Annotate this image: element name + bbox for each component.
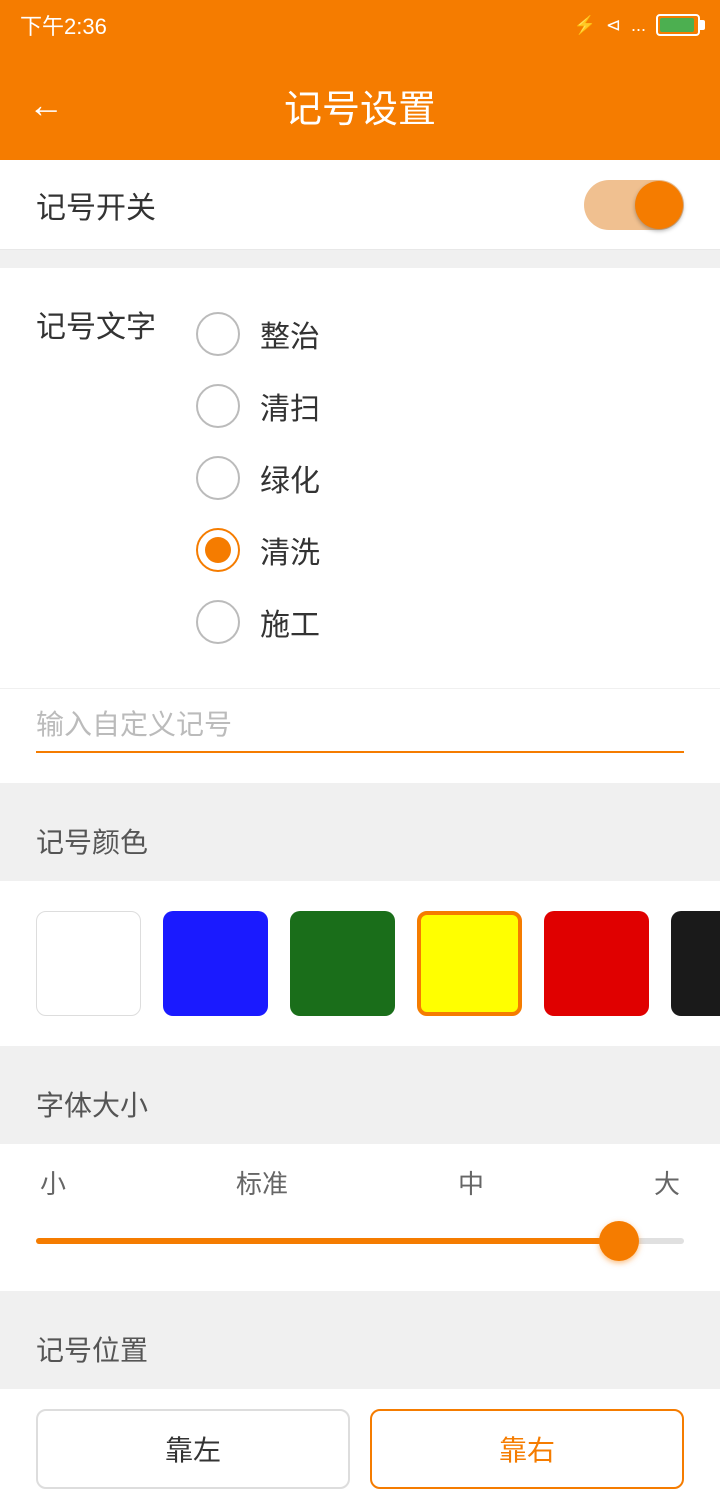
divider-1 <box>0 250 720 268</box>
radio-shigong[interactable]: 施工 <box>196 586 684 658</box>
radio-options: 整治 清扫 绿化 清洗 施工 <box>196 298 684 658</box>
radio-text-zhengzhi: 整治 <box>260 312 320 356</box>
status-icons: ⚡ ⊲ ... <box>573 14 700 36</box>
color-blue[interactable] <box>163 911 268 1016</box>
divider-4 <box>0 1291 720 1309</box>
mark-text-label: 记号文字 <box>36 298 196 358</box>
font-size-large: 大 <box>654 1164 680 1201</box>
slider-fill <box>36 1238 619 1244</box>
color-green[interactable] <box>290 911 395 1016</box>
color-section-header: 记号颜色 <box>0 801 720 881</box>
position-center-btn[interactable]: 靠右 <box>370 1409 684 1489</box>
position-header-label: 记号位置 <box>36 1335 148 1366</box>
color-yellow[interactable] <box>417 911 522 1016</box>
battery-icon <box>656 14 700 36</box>
radio-zhengzhi[interactable]: 整治 <box>196 298 684 370</box>
toggle-label: 记号开关 <box>36 183 156 227</box>
font-size-small: 小 <box>40 1164 66 1201</box>
color-header-label: 记号颜色 <box>36 827 148 858</box>
radio-inner-qingxi <box>205 537 231 563</box>
radio-circle-qingsao <box>196 384 240 428</box>
position-left-btn[interactable]: 靠左 <box>36 1409 350 1489</box>
font-size-section-header: 字体大小 <box>0 1064 720 1144</box>
radio-text-shigong: 施工 <box>260 600 320 644</box>
font-size-slider-container <box>36 1221 684 1261</box>
color-picker-section <box>0 881 720 1046</box>
custom-input-row <box>0 688 720 783</box>
radio-text-lvhua: 绿化 <box>260 456 320 500</box>
wifi-icon: ⊲ <box>606 15 621 36</box>
position-buttons: 靠左 靠右 <box>36 1409 684 1509</box>
radio-circle-shigong <box>196 600 240 644</box>
color-red[interactable] <box>544 911 649 1016</box>
position-section: 靠左 靠右 <box>0 1389 720 1509</box>
slider-track[interactable] <box>36 1238 684 1244</box>
font-size-labels: 小 标准 中 大 <box>36 1164 684 1201</box>
bluetooth-icon: ⚡ <box>573 15 595 36</box>
radio-text-qingsao: 清扫 <box>260 384 320 428</box>
radio-circle-qingxi <box>196 528 240 572</box>
radio-circle-zhengzhi <box>196 312 240 356</box>
font-size-medium: 中 <box>458 1164 484 1201</box>
radio-circle-lvhua <box>196 456 240 500</box>
back-button[interactable]: ← <box>28 87 64 123</box>
signal-icon: ... <box>631 15 646 36</box>
font-size-header-label: 字体大小 <box>36 1090 148 1121</box>
position-section-header: 记号位置 <box>0 1309 720 1389</box>
position-left-label: 靠左 <box>165 1429 221 1469</box>
toggle-knob <box>635 181 683 229</box>
position-center-label: 靠右 <box>499 1429 555 1469</box>
radio-text-qingxi: 清洗 <box>260 528 320 572</box>
radio-qingxi[interactable]: 清洗 <box>196 514 684 586</box>
font-size-standard: 标准 <box>236 1164 288 1201</box>
font-size-section: 小 标准 中 大 <box>0 1144 720 1291</box>
page-title: 记号设置 <box>284 78 436 133</box>
custom-input[interactable] <box>36 699 684 753</box>
color-black[interactable] <box>671 911 720 1016</box>
status-time: 下午2:36 <box>20 9 107 41</box>
mark-text-row: 记号文字 整治 清扫 绿化 清洗 施工 <box>0 268 720 688</box>
slider-thumb[interactable] <box>599 1221 639 1261</box>
divider-2 <box>0 783 720 801</box>
color-white[interactable] <box>36 911 141 1016</box>
radio-lvhua[interactable]: 绿化 <box>196 442 684 514</box>
app-bar: ← 记号设置 <box>0 50 720 160</box>
radio-qingsao[interactable]: 清扫 <box>196 370 684 442</box>
mark-text-section: 记号文字 整治 清扫 绿化 清洗 施工 <box>0 268 720 783</box>
toggle-switch[interactable] <box>584 180 684 230</box>
divider-3 <box>0 1046 720 1064</box>
toggle-row: 记号开关 <box>0 160 720 250</box>
status-bar: 下午2:36 ⚡ ⊲ ... <box>0 0 720 50</box>
